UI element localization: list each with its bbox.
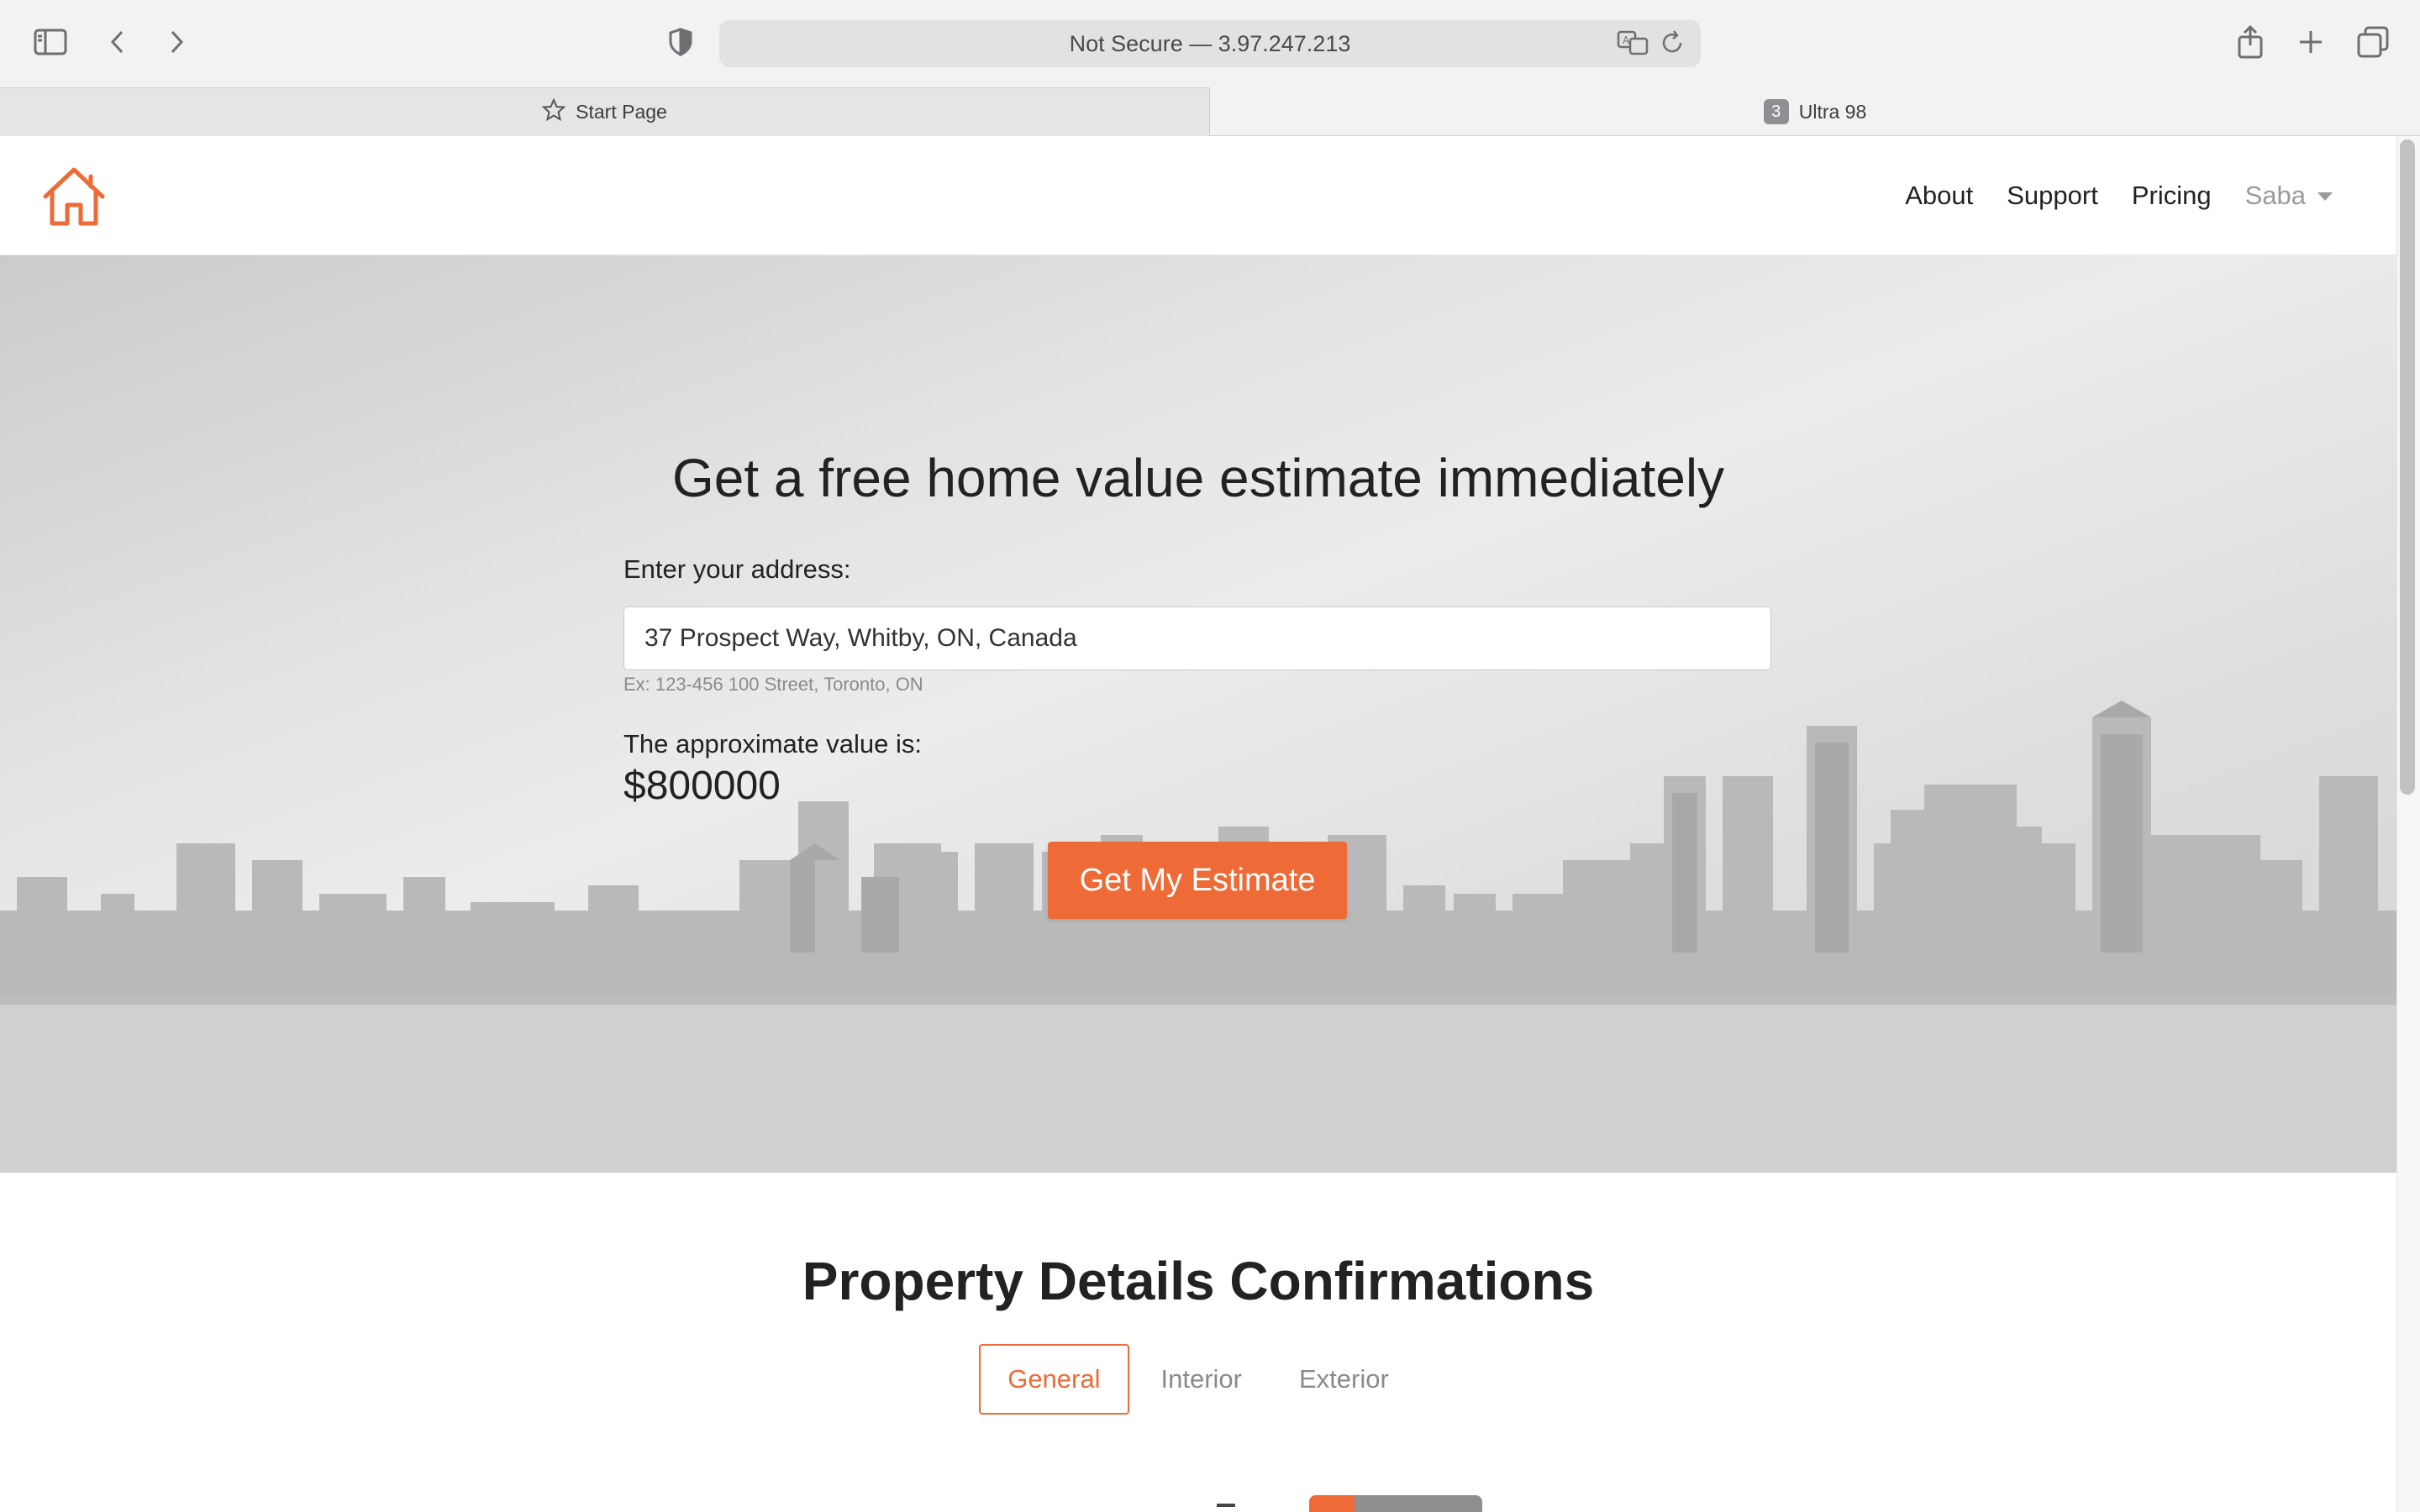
cut-off-label — [1217, 1504, 1235, 1507]
hero-title: Get a free home value estimate immediate… — [671, 448, 1725, 508]
property-details-tabs: General Interior Exterior — [0, 1344, 2396, 1415]
property-toggle-switch[interactable] — [1309, 1495, 1482, 1512]
share-icon[interactable] — [2230, 22, 2270, 62]
tab-overview-icon[interactable] — [2353, 22, 2393, 62]
browser-toolbar: Not Secure — 3.97.247.213 A — [0, 0, 2420, 87]
address-hint: Ex: 123-456 100 Street, Toronto, ON — [623, 674, 923, 695]
address-bar[interactable]: Not Secure — 3.97.247.213 A — [719, 20, 1701, 67]
new-tab-icon[interactable] — [2291, 22, 2331, 62]
nav-about-link[interactable]: About — [1905, 181, 1973, 211]
tab-label: Ultra 98 — [1798, 100, 1867, 123]
toggle-active-segment — [1309, 1495, 1355, 1512]
address-text: Not Secure — 3.97.247.213 — [1069, 30, 1351, 56]
back-icon[interactable] — [97, 22, 138, 62]
site-navbar: About Support Pricing Saba — [0, 136, 2396, 255]
tab-exterior[interactable]: Exterior — [1270, 1344, 1418, 1415]
estimated-value: $800000 — [623, 764, 781, 808]
get-estimate-button[interactable]: Get My Estimate — [1048, 842, 1347, 919]
forward-icon[interactable] — [156, 22, 197, 62]
star-icon — [541, 97, 566, 127]
address-input[interactable] — [623, 606, 1771, 670]
tab-bar: Start Page 3 Ultra 98 — [0, 87, 2420, 136]
privacy-shield-icon[interactable] — [660, 22, 701, 62]
tab-label: Start Page — [576, 101, 667, 123]
tab-start-page[interactable]: Start Page — [0, 87, 1210, 136]
user-name: Saba — [2244, 181, 2306, 210]
nav-support-link[interactable]: Support — [2007, 181, 2098, 211]
home-logo-icon[interactable] — [40, 163, 108, 230]
svg-text:A: A — [1623, 34, 1630, 46]
chevron-down-icon — [2317, 192, 2333, 201]
hero-section: Get a free home value estimate immediate… — [0, 255, 2396, 1173]
city-skyline-image — [0, 701, 2396, 1173]
property-details-title: Property Details Confirmations — [802, 1251, 1595, 1311]
tab-interior[interactable]: Interior — [1133, 1344, 1270, 1415]
tab-badge: 3 — [1763, 99, 1789, 124]
value-label: The approximate value is: — [623, 729, 922, 759]
address-label: Enter your address: — [623, 554, 851, 584]
tab-general[interactable]: General — [979, 1344, 1129, 1415]
tab-ultra-98[interactable]: 3 Ultra 98 — [1210, 87, 2420, 136]
reload-icon[interactable] — [1660, 29, 1686, 63]
nav-pricing-link[interactable]: Pricing — [2132, 181, 2212, 211]
translate-icon[interactable]: A — [1617, 29, 1649, 63]
user-menu-dropdown[interactable]: Saba — [2245, 181, 2333, 211]
scrollbar-thumb[interactable] — [2400, 139, 2415, 795]
sidebar-toggle-icon[interactable] — [30, 22, 71, 62]
